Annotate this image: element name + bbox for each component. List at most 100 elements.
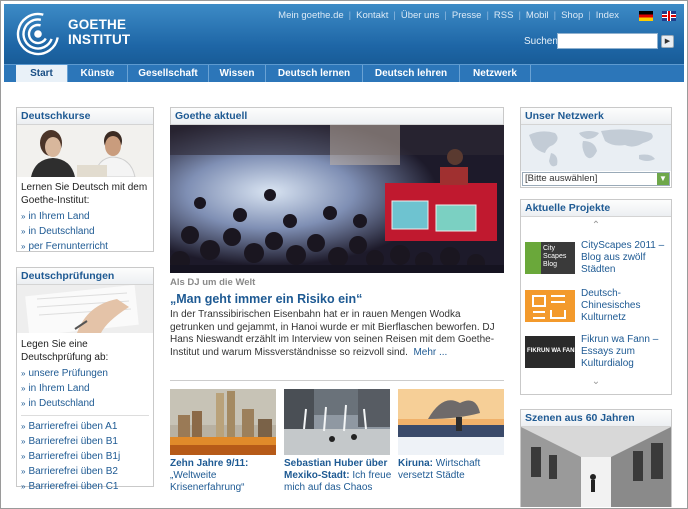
bullet-icon: »: [21, 242, 26, 251]
exams-title[interactable]: Deutschprüfungen: [17, 268, 153, 285]
bullet-icon: »: [21, 467, 26, 476]
uk-flag-icon[interactable]: [662, 11, 676, 22]
article-911-text: „Weltweite Krisenerfahrung“: [170, 470, 245, 493]
article-mexico[interactable]: Sebastian Huber über Mexiko-Stadt: Ich f…: [284, 458, 392, 494]
exams-link-label: unsere Prüfungen: [28, 368, 108, 379]
sixty-years-box: Szenen aus 60 Jahren: [520, 409, 672, 507]
nav-netzwerk[interactable]: Netzwerk: [460, 65, 531, 82]
german-flag-icon[interactable]: [639, 11, 653, 22]
site-header: GOETHE INSTITUT Mein goethe.de | Kontakt | Ü…: [4, 4, 684, 64]
bullet-icon: »: [21, 482, 26, 491]
search-label: Suchen: [524, 36, 558, 47]
bullet-icon: »: [21, 422, 26, 431]
search-submit-button[interactable]: ▶: [661, 35, 674, 48]
project-fikrun-text: Fikrun wa Fann – Essays zum Kulturdialog: [581, 334, 659, 369]
bullet-icon: »: [21, 384, 26, 393]
logo-text-line-2: INSTITUT: [68, 32, 131, 47]
dj-party-photo[interactable]: [170, 125, 504, 273]
nav-deutsch-lernen[interactable]: Deutsch lernen: [266, 65, 363, 82]
project-cityscapes-text: CityScapes 2011 – Blog aus zwölf Städten: [581, 240, 665, 275]
barrier-link-label: Barrierefrei üben A1: [28, 421, 118, 432]
exams-box: Deutschprüfungen Legen Sie eine Deutschp…: [16, 267, 154, 492]
courses-link-ihr-land[interactable]: » in Ihrem Land: [21, 209, 149, 224]
bullet-icon: »: [21, 437, 26, 446]
goethe-aktuell-header: Goethe aktuell: [170, 107, 504, 125]
nav-kuenste[interactable]: Künste: [68, 65, 128, 82]
article-kicker: Als DJ um die Welt: [170, 277, 256, 288]
article-911-title: Zehn Jahre 9/11:: [170, 458, 249, 469]
project-kulturnetz-text: Deutsch-Chinesisches Kulturnetz: [581, 288, 641, 323]
article-911[interactable]: Zehn Jahre 9/11: „Weltweite Krisenerfahr…: [170, 458, 278, 494]
network-select[interactable]: [Bitte auswählen] ▼: [522, 172, 670, 186]
nav-start[interactable]: Start: [16, 65, 68, 82]
top-link-mein-goethe[interactable]: Mein goethe.de: [273, 10, 349, 21]
logo-wordmark[interactable]: GOETHE INSTITUT: [68, 17, 130, 47]
project-kulturnetz[interactable]: Deutsch-Chinesisches Kulturnetz: [525, 288, 665, 328]
projects-title[interactable]: Aktuelle Projekte: [521, 200, 671, 217]
top-link-presse[interactable]: Presse: [447, 10, 487, 21]
fikrun-thumb-text: FIKRUN WA FANN: [527, 348, 579, 354]
courses-box: Deutschkurse Lernen Sie Deutsch mit dem …: [16, 107, 154, 252]
courses-link-label: per Fernunterricht: [28, 241, 108, 252]
top-link-index[interactable]: Index: [591, 10, 624, 21]
barrier-link-label: Barrierefrei üben B2: [28, 466, 118, 477]
goethe-logo-icon[interactable]: [16, 12, 60, 56]
barrier-link-label: Barrierefrei üben B1: [28, 436, 118, 447]
sixty-years-photo[interactable]: [521, 427, 671, 507]
article-headline[interactable]: „Man geht immer ein Risiko ein“: [170, 292, 504, 306]
nine-eleven-photo[interactable]: [170, 389, 276, 455]
courses-intro: Lernen Sie Deutsch mit dem Goethe-Instit…: [21, 182, 148, 206]
courses-link-fernunterricht[interactable]: » per Fernunterricht: [21, 239, 149, 254]
main-nav: Start Künste Gesellschaft Wissen Deutsch…: [4, 64, 684, 82]
projects-box: Aktuelle Projekte ⌃ City Scapes Blog Cit…: [520, 199, 672, 395]
exams-link-label: in Ihrem Land: [28, 383, 90, 394]
network-title[interactable]: Unser Netzwerk: [521, 108, 671, 125]
nav-deutsch-lehren[interactable]: Deutsch lehren: [363, 65, 460, 82]
kulturnetz-thumb: [525, 290, 575, 322]
bullet-icon: »: [21, 452, 26, 461]
world-map[interactable]: [521, 125, 671, 171]
top-link-mobil[interactable]: Mobil: [521, 10, 554, 21]
exams-link-ihr-land[interactable]: » in Ihrem Land: [21, 381, 149, 396]
courses-link-deutschland[interactable]: » in Deutschland: [21, 224, 149, 239]
barrier-link-c1[interactable]: » Barrierefrei üben C1: [21, 479, 149, 494]
courses-title[interactable]: Deutschkurse: [17, 108, 153, 125]
top-link-kontakt[interactable]: Kontakt: [351, 10, 393, 21]
exams-link-pruefungen[interactable]: » unsere Prüfungen: [21, 366, 149, 381]
students-photo: [17, 125, 153, 177]
fikrun-thumb: FIKRUN WA FANN: [525, 336, 579, 368]
goethe-aktuell-title[interactable]: Goethe aktuell: [171, 108, 503, 125]
barrier-link-b1j[interactable]: » Barrierefrei üben B1j: [21, 449, 149, 464]
sixty-years-title[interactable]: Szenen aus 60 Jahren: [521, 410, 671, 427]
barrier-link-b2[interactable]: » Barrierefrei üben B2: [21, 464, 149, 479]
barrier-link-a1[interactable]: » Barrierefrei üben A1: [21, 419, 149, 434]
project-cityscapes[interactable]: City Scapes Blog CityScapes 2011 – Blog …: [525, 240, 665, 280]
cityscapes-thumb-text: City Scapes Blog: [543, 245, 567, 268]
top-link-rss[interactable]: RSS: [489, 10, 519, 21]
article-kiruna[interactable]: Kiruna: Wirtschaft versetzt Städte: [398, 458, 504, 482]
nav-wissen[interactable]: Wissen: [209, 65, 266, 82]
bullet-icon: »: [21, 227, 26, 236]
nav-gesellschaft[interactable]: Gesellschaft: [128, 65, 209, 82]
language-flags: [630, 10, 676, 22]
bullet-icon: »: [21, 212, 26, 221]
chevron-up-icon[interactable]: ⌃: [521, 220, 671, 231]
barrier-link-label: Barrierefrei üben C1: [28, 481, 119, 492]
page-frame: GOETHE INSTITUT Mein goethe.de | Kontakt | Ü…: [0, 0, 688, 509]
chevron-down-icon[interactable]: ⌄: [521, 376, 671, 387]
chevron-down-icon[interactable]: ▼: [657, 173, 669, 185]
article-divider: [170, 380, 504, 381]
search-input[interactable]: [557, 33, 658, 49]
barrier-link-b1[interactable]: » Barrierefrei üben B1: [21, 434, 149, 449]
exams-link-deutschland[interactable]: » in Deutschland: [21, 396, 149, 411]
top-link-shop[interactable]: Shop: [556, 10, 588, 21]
article-kiruna-title: Kiruna:: [398, 458, 433, 469]
exams-link-label: in Deutschland: [28, 398, 95, 409]
project-fikrun[interactable]: FIKRUN WA FANN Fikrun wa Fann – Essays z…: [525, 334, 665, 374]
article-more-link[interactable]: Mehr ...: [413, 347, 447, 358]
top-link-ueber-uns[interactable]: Über uns: [396, 10, 445, 21]
mexico-city-photo[interactable]: [284, 389, 390, 455]
exam-writing-photo: [17, 285, 153, 333]
barrier-link-label: Barrierefrei üben B1j: [28, 451, 121, 462]
kiruna-photo[interactable]: [398, 389, 504, 455]
